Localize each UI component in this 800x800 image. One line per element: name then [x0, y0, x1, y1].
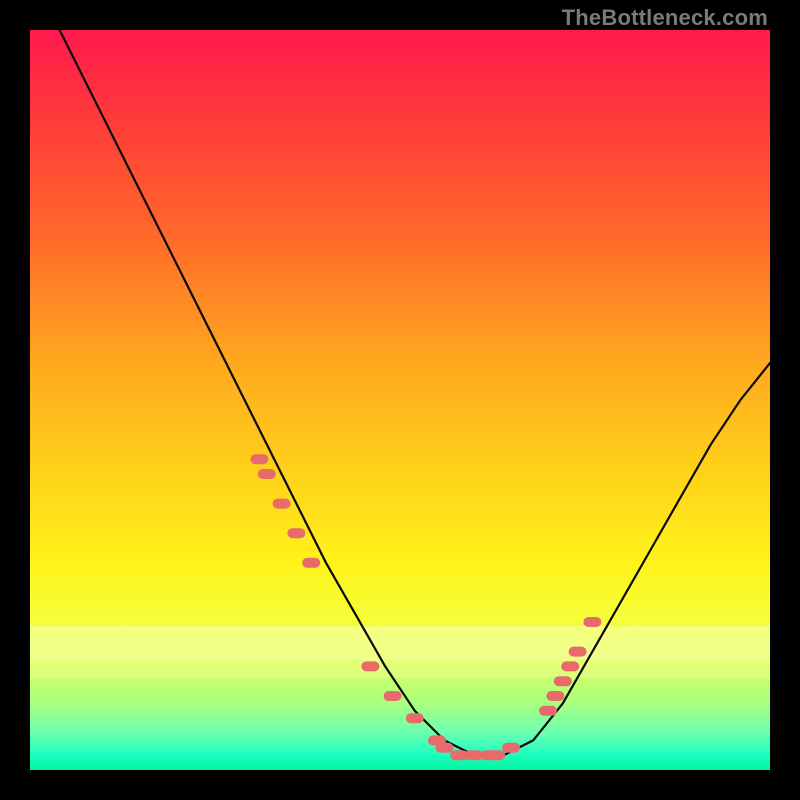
- chart-plot-area: [30, 30, 770, 770]
- highlight-marker: [546, 691, 564, 701]
- highlight-marker: [384, 691, 402, 701]
- highlight-marker: [361, 661, 379, 671]
- highlight-marker: [487, 750, 505, 760]
- bottleneck-curve-line: [60, 30, 770, 755]
- highlight-marker: [302, 558, 320, 568]
- watermark-text: TheBottleneck.com: [562, 5, 768, 31]
- highlight-marker: [539, 706, 557, 716]
- highlight-marker: [273, 499, 291, 509]
- highlight-marker: [250, 454, 268, 464]
- highlight-marker: [502, 743, 520, 753]
- highlight-marker: [583, 617, 601, 627]
- highlight-marker: [258, 469, 276, 479]
- highlight-marker: [554, 676, 572, 686]
- highlight-marker: [287, 528, 305, 538]
- chart-svg: [30, 30, 770, 770]
- highlight-marker: [569, 647, 587, 657]
- highlight-marker: [561, 661, 579, 671]
- highlight-marker: [406, 713, 424, 723]
- highlight-marker: [435, 743, 453, 753]
- highlight-markers-group: [250, 454, 601, 760]
